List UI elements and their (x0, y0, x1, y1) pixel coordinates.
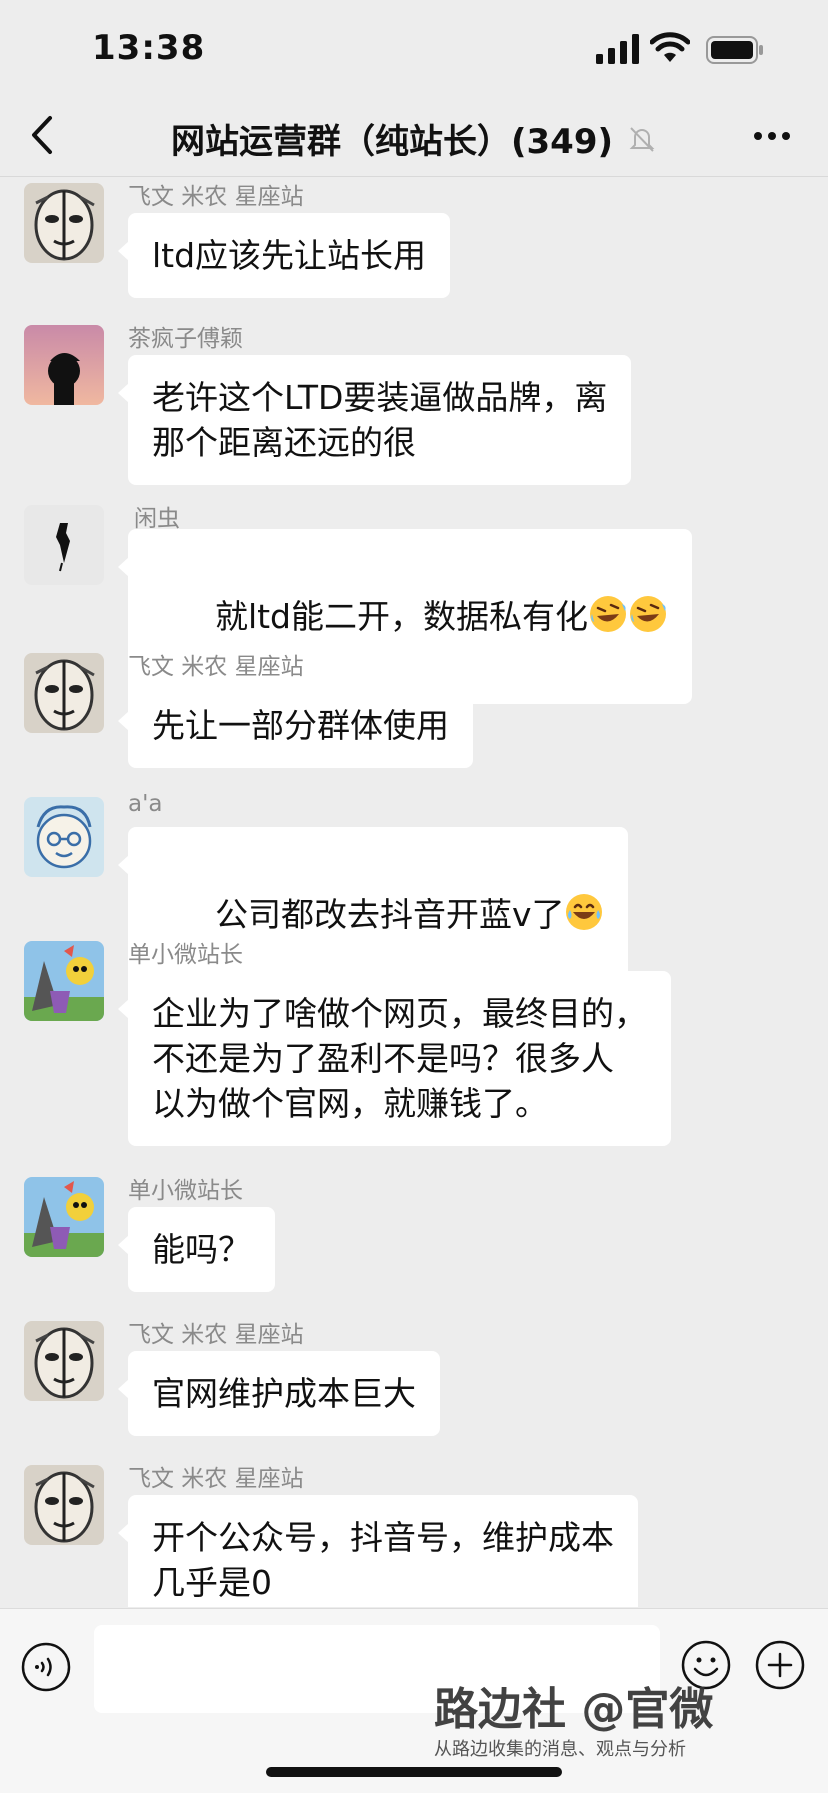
rolling-laugh-emoji-icon (630, 596, 667, 632)
watermark-subtitle: 从路边收集的消息、观点与分析 (434, 1739, 686, 1760)
battery-icon (706, 36, 763, 64)
colorful-painting-avatar[interactable] (24, 1177, 104, 1257)
sender-name: 闲虫 (134, 506, 180, 532)
status-time: 13:38 (92, 28, 206, 68)
wifi-icon (650, 32, 690, 62)
sender-name: 单小微站长 (128, 1178, 243, 1204)
message-bubble[interactable]: 企业为了啥做个网页，最终目的， 不还是为了盈利不是吗？很多人 以为做个官网，就赚… (118, 971, 671, 1146)
ink-face-avatar[interactable] (24, 1465, 104, 1545)
ink-figure-avatar[interactable] (24, 505, 104, 585)
sender-name: 飞文 米农 星座站 (128, 1322, 304, 1348)
home-indicator[interactable] (266, 1767, 562, 1777)
voice-input-icon[interactable] (20, 1641, 72, 1693)
colorful-painting-avatar[interactable] (24, 941, 104, 1021)
message-bubble[interactable]: ltd应该先让站长用 (117, 213, 451, 298)
message-text: 就ltd能二开，数据私有化 (214, 597, 589, 636)
ink-face-avatar[interactable] (24, 653, 104, 733)
sender-name: 飞文 米农 星座站 (128, 1466, 304, 1492)
status-bar: 13:38 (0, 0, 828, 96)
sunset-silhouette-avatar[interactable] (24, 325, 104, 405)
chat-title-text: 网站运营群（纯站长）(349) (170, 122, 614, 162)
sender-name: 单小微站长 (128, 942, 243, 968)
message-bubble[interactable]: 开个公众号，抖音号，维护成本 几乎是0 (118, 1495, 638, 1607)
chat-header: 网站运营群（纯站长）(349) (0, 96, 828, 177)
message-bubble[interactable]: 能吗？ (118, 1207, 275, 1292)
message-bubble[interactable]: 先让一部分群体使用 (118, 683, 473, 768)
ink-face-avatar[interactable] (24, 1321, 104, 1401)
message-bubble[interactable]: 官网维护成本巨大 (118, 1351, 440, 1436)
chat-title: 网站运营群（纯站长）(349) (0, 114, 828, 163)
sender-name: a'a (128, 791, 163, 817)
sender-name: 飞文 米农 星座站 (128, 184, 304, 210)
cartoon-face-avatar[interactable] (24, 797, 104, 877)
message-text: 公司都改去抖音开蓝v了 (214, 895, 565, 934)
chat-message-list[interactable]: 飞文 米农 星座站 ltd应该先让站长用 茶疯子傅颖 老许这个LTD要装逼做品牌… (0, 177, 828, 1607)
tears-of-joy-emoji-icon (566, 894, 603, 930)
cellular-signal-icon (596, 34, 639, 64)
sender-name: 茶疯子傅颖 (128, 326, 243, 352)
watermark-title: 路边社 @官微 (434, 1684, 714, 1735)
rolling-laugh-emoji-icon (590, 596, 627, 632)
more-options-icon[interactable] (752, 118, 792, 154)
more-actions-plus-icon[interactable] (754, 1639, 806, 1691)
mute-bell-icon (629, 126, 655, 152)
ink-face-avatar[interactable] (24, 183, 104, 263)
sender-name: 飞文 米农 星座站 (128, 654, 304, 680)
input-bar: 路边社 @官微 从路边收集的消息、观点与分析 (0, 1608, 828, 1793)
message-bubble[interactable]: 老许这个LTD要装逼做品牌，离 那个距离还远的很 (117, 355, 632, 485)
